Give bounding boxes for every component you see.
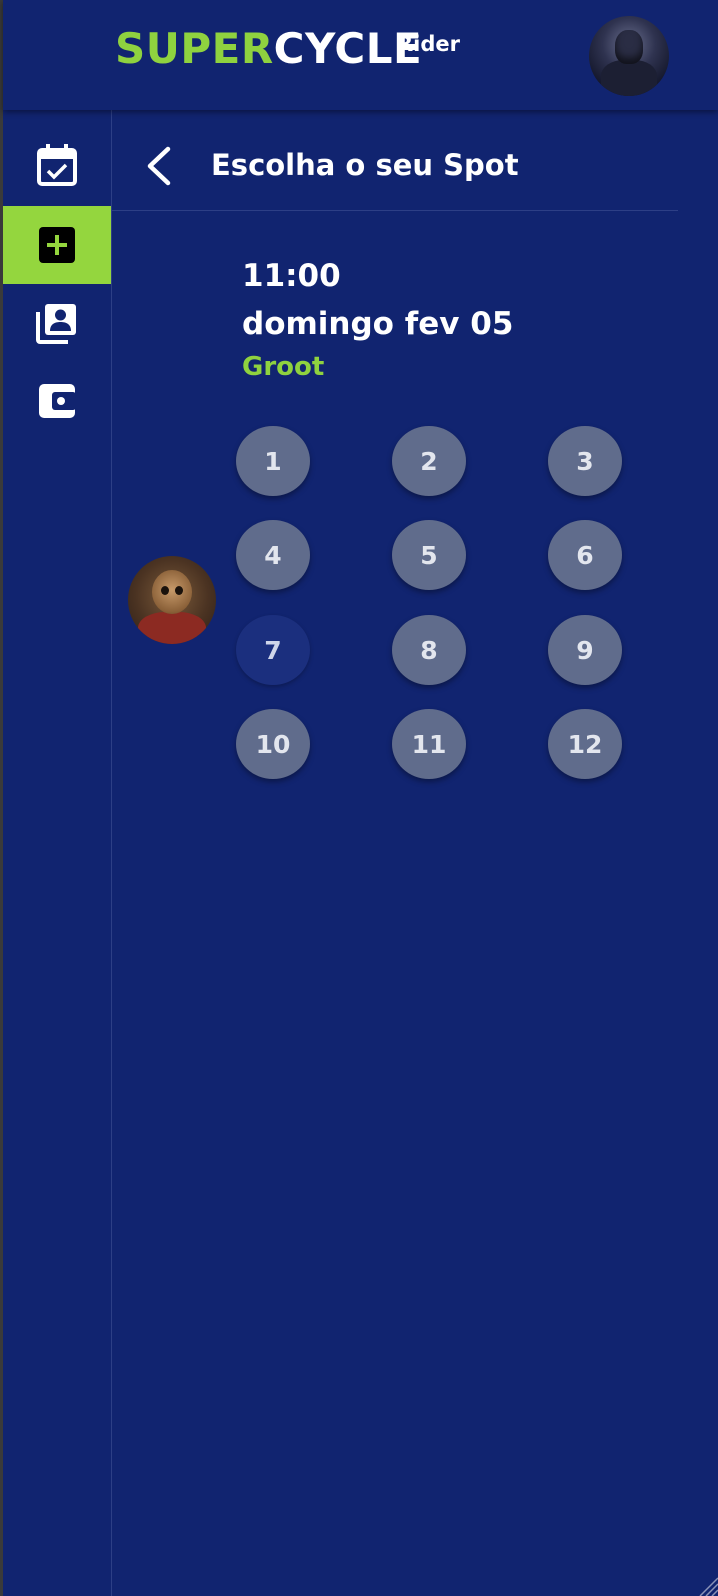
spot-button[interactable]: 3 xyxy=(548,426,622,496)
instructor-name: Groot xyxy=(242,352,325,382)
contacts-icon xyxy=(36,304,76,344)
app-logo[interactable]: SUPERCYCLE Rider xyxy=(115,28,460,70)
add-box-icon xyxy=(39,227,75,263)
spot-button[interactable]: 10 xyxy=(236,709,310,779)
resize-grip-icon[interactable] xyxy=(696,1574,718,1596)
session-date: domingo fev 05 xyxy=(242,306,514,342)
sidebar-item-new-booking[interactable] xyxy=(3,206,111,284)
spot-button[interactable]: 9 xyxy=(548,615,622,685)
sidebar-item-profile[interactable] xyxy=(3,284,111,362)
spot-button[interactable]: 12 xyxy=(548,709,622,779)
sidebar-item-schedule[interactable] xyxy=(3,126,111,204)
spot-button[interactable]: 7 xyxy=(236,615,310,685)
logo-suffix: Rider xyxy=(397,32,460,56)
spot-button[interactable]: 2 xyxy=(392,426,466,496)
top-bar: SUPERCYCLE Rider xyxy=(3,0,718,110)
spot-button[interactable]: 1 xyxy=(236,426,310,496)
spot-button[interactable]: 6 xyxy=(548,520,622,590)
wallet-icon xyxy=(39,384,76,418)
spot-button[interactable]: 4 xyxy=(236,520,310,590)
spot-button[interactable]: 8 xyxy=(392,615,466,685)
sidebar xyxy=(3,110,112,1596)
logo-super: SUPER xyxy=(115,24,274,73)
page-header: Escolha o seu Spot xyxy=(112,110,678,211)
spot-selection-panel: Escolha o seu Spot 11:00 domingo fev 05 … xyxy=(112,110,718,1596)
spot-button[interactable]: 5 xyxy=(392,520,466,590)
user-avatar-icon[interactable] xyxy=(589,16,669,96)
sidebar-item-wallet[interactable] xyxy=(3,362,111,440)
chevron-left-icon[interactable] xyxy=(142,146,178,186)
calendar-check-icon xyxy=(37,144,77,186)
session-time: 11:00 xyxy=(242,258,341,294)
page-title: Escolha o seu Spot xyxy=(211,148,519,182)
spot-button[interactable]: 11 xyxy=(392,709,466,779)
instructor-avatar xyxy=(128,556,216,644)
